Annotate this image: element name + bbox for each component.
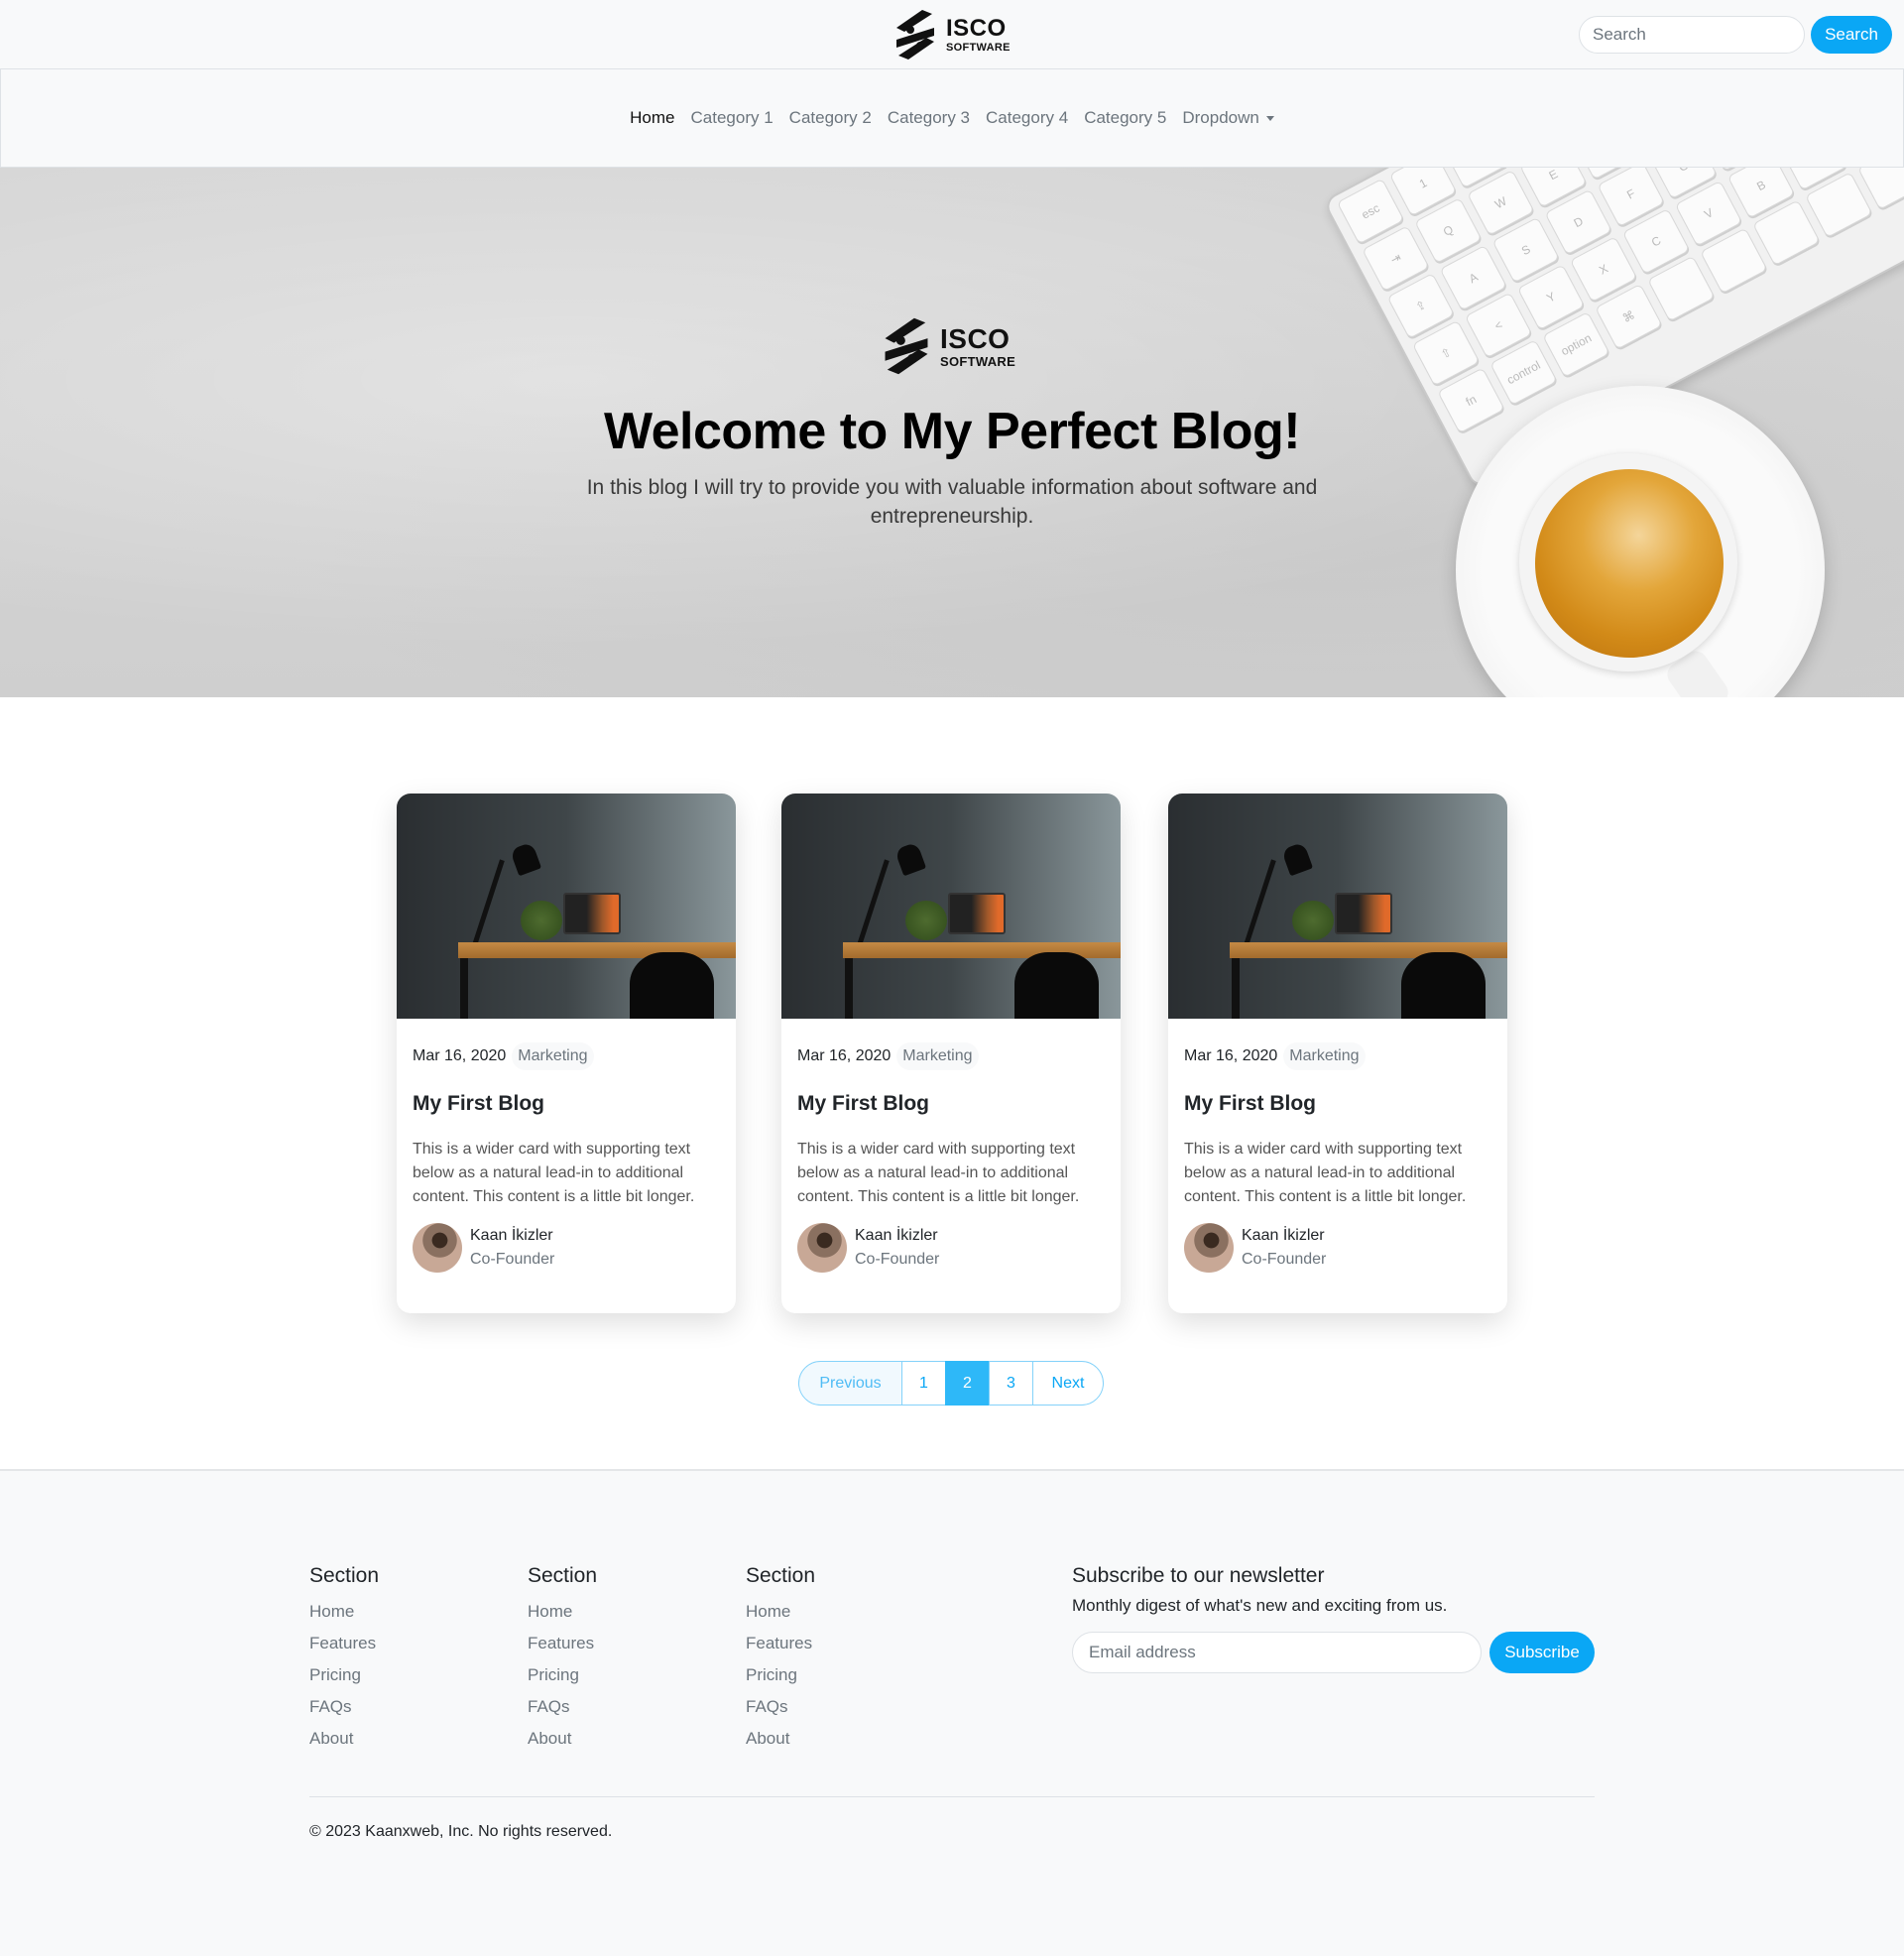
blog-post-list: Mar 16, 2020 Marketing My First Blog Thi… xyxy=(397,794,1507,1313)
footer-link-about[interactable]: About xyxy=(309,1723,379,1755)
caret-down-icon xyxy=(1265,116,1274,122)
author-name: Kaan İkizler xyxy=(1242,1227,1325,1244)
category-badge[interactable]: Marketing xyxy=(512,1042,594,1070)
footer-column: Section Home Features Pricing FAQs About xyxy=(528,1564,597,1755)
newsletter-section: Subscribe to our newsletter Monthly dige… xyxy=(1072,1564,1596,1673)
pagination-previous-button[interactable]: Previous xyxy=(798,1361,902,1406)
post-author: Kaan İkizler Co-Founder xyxy=(797,1223,1105,1273)
footer-link-faqs[interactable]: FAQs xyxy=(746,1691,815,1723)
post-author: Kaan İkizler Co-Founder xyxy=(413,1223,720,1273)
avatar xyxy=(1184,1223,1234,1273)
hero-banner: esc12345678⇥QWERTZUI⇪ASDFGHJK⇧<YXCVBNMfn… xyxy=(0,168,1904,697)
brand-name: ISCO xyxy=(946,14,1007,42)
post-title[interactable]: My First Blog xyxy=(1184,1092,1491,1116)
post-date: Mar 16, 2020 xyxy=(797,1047,892,1064)
hero-logo: ISCO SOFTWARE xyxy=(881,311,1015,381)
pagination-page-2[interactable]: 2 xyxy=(945,1361,990,1406)
hero-content: ISCO SOFTWARE Welcome to My Perfect Blog… xyxy=(0,168,1904,697)
brand-tagline: SOFTWARE xyxy=(940,353,1016,369)
author-role: Co-Founder xyxy=(1242,1251,1327,1268)
footer-link-pricing[interactable]: Pricing xyxy=(746,1659,815,1691)
brand-tagline: SOFTWARE xyxy=(946,41,1011,54)
search-form: Search xyxy=(1579,16,1892,54)
footer-link-pricing[interactable]: Pricing xyxy=(528,1659,597,1691)
pagination: Previous 1 2 3 Next xyxy=(798,1361,1104,1406)
footer-column-heading: Section xyxy=(746,1564,816,1587)
blog-card[interactable]: Mar 16, 2020 Marketing My First Blog Thi… xyxy=(397,794,736,1313)
footer-link-about[interactable]: About xyxy=(746,1723,815,1755)
avatar xyxy=(797,1223,847,1273)
avatar xyxy=(413,1223,462,1273)
post-excerpt: This is a wider card with supporting tex… xyxy=(1184,1141,1467,1205)
pagination-page-1[interactable]: 1 xyxy=(901,1361,946,1406)
pagination-page-3[interactable]: 3 xyxy=(989,1361,1033,1406)
footer-divider xyxy=(309,1796,1595,1797)
footer-link-features[interactable]: Features xyxy=(746,1628,815,1659)
isco-logo-icon xyxy=(885,317,928,375)
subscribe-button[interactable]: Subscribe xyxy=(1489,1632,1595,1673)
post-date: Mar 16, 2020 xyxy=(413,1047,507,1064)
blog-card[interactable]: Mar 16, 2020 Marketing My First Blog Thi… xyxy=(1168,794,1507,1313)
main-nav: Home Category 1 Category 2 Category 3 Ca… xyxy=(0,69,1904,168)
footer-link-home[interactable]: Home xyxy=(309,1596,379,1628)
nav-item-category-3[interactable]: Category 3 xyxy=(888,108,970,128)
post-image xyxy=(397,794,736,1019)
nav-item-category-1[interactable]: Category 1 xyxy=(691,108,774,128)
isco-logo-icon xyxy=(896,10,934,60)
nav-item-home[interactable]: Home xyxy=(630,108,674,128)
post-title[interactable]: My First Blog xyxy=(797,1092,1105,1116)
footer-link-faqs[interactable]: FAQs xyxy=(528,1691,597,1723)
pagination-next-button[interactable]: Next xyxy=(1032,1361,1104,1406)
category-badge[interactable]: Marketing xyxy=(1283,1042,1366,1070)
nav-item-category-4[interactable]: Category 4 xyxy=(986,108,1068,128)
newsletter-heading: Subscribe to our newsletter xyxy=(1072,1564,1325,1587)
author-name: Kaan İkizler xyxy=(470,1227,553,1244)
blog-card[interactable]: Mar 16, 2020 Marketing My First Blog Thi… xyxy=(781,794,1121,1313)
author-name: Kaan İkizler xyxy=(855,1227,938,1244)
footer-link-features[interactable]: Features xyxy=(528,1628,597,1659)
footer-column-heading: Section xyxy=(309,1564,380,1587)
nav-item-category-2[interactable]: Category 2 xyxy=(789,108,872,128)
footer-column: Section Home Features Pricing FAQs About xyxy=(309,1564,379,1755)
newsletter-form: Subscribe xyxy=(1072,1632,1596,1673)
footer-column: Section Home Features Pricing FAQs About xyxy=(746,1564,815,1755)
newsletter-description: Monthly digest of what's new and excitin… xyxy=(1072,1596,1448,1615)
post-excerpt: This is a wider card with supporting tex… xyxy=(797,1141,1080,1205)
email-field[interactable] xyxy=(1072,1632,1482,1673)
hero-title: Welcome to My Perfect Blog! xyxy=(603,403,1301,460)
brand-name: ISCO xyxy=(940,322,1011,354)
footer-link-home[interactable]: Home xyxy=(528,1596,597,1628)
brand-logo[interactable]: ISCO SOFTWARE xyxy=(892,8,1011,61)
footer-link-faqs[interactable]: FAQs xyxy=(309,1691,379,1723)
post-excerpt: This is a wider card with supporting tex… xyxy=(413,1141,695,1205)
footer-column-heading: Section xyxy=(528,1564,598,1587)
site-footer: Section Home Features Pricing FAQs About… xyxy=(0,1469,1904,1956)
footer-link-home[interactable]: Home xyxy=(746,1596,815,1628)
post-date: Mar 16, 2020 xyxy=(1184,1047,1278,1064)
copyright-text: © 2023 Kaanxweb, Inc. No rights reserved… xyxy=(309,1823,613,1840)
category-badge[interactable]: Marketing xyxy=(896,1042,979,1070)
author-role: Co-Founder xyxy=(855,1251,940,1268)
dropdown-label: Dropdown xyxy=(1182,108,1259,127)
search-input[interactable] xyxy=(1579,16,1805,54)
search-button[interactable]: Search xyxy=(1811,16,1892,54)
footer-link-pricing[interactable]: Pricing xyxy=(309,1659,379,1691)
author-role: Co-Founder xyxy=(470,1251,555,1268)
post-title[interactable]: My First Blog xyxy=(413,1092,720,1116)
top-header: ISCO SOFTWARE Search xyxy=(0,0,1904,69)
footer-link-about[interactable]: About xyxy=(528,1723,597,1755)
post-author: Kaan İkizler Co-Founder xyxy=(1184,1223,1491,1273)
post-image xyxy=(1168,794,1507,1019)
nav-item-dropdown[interactable]: Dropdown xyxy=(1182,108,1274,128)
nav-item-category-5[interactable]: Category 5 xyxy=(1084,108,1166,128)
footer-link-features[interactable]: Features xyxy=(309,1628,379,1659)
hero-subtitle: In this blog I will try to provide you w… xyxy=(586,476,1318,528)
post-image xyxy=(781,794,1121,1019)
